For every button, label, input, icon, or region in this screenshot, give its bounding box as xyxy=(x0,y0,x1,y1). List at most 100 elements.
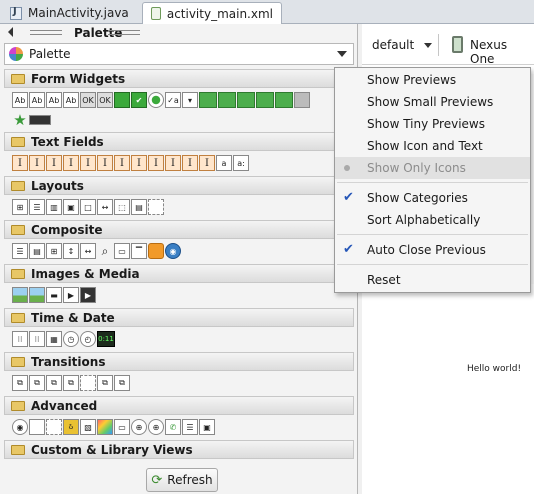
gridlayout-icon[interactable]: ⊞ xyxy=(12,199,28,215)
timepicker-icon[interactable]: ⁝⁝ xyxy=(12,331,28,347)
viewanimator-icon[interactable] xyxy=(80,375,96,391)
textview-small-icon[interactable]: Ab xyxy=(63,92,79,108)
small-button-icon[interactable]: OK xyxy=(97,92,113,108)
theme-dropdown[interactable]: default xyxy=(372,38,414,52)
dialer-filter-icon[interactable]: ✆ xyxy=(165,419,181,435)
digitalclock-icon[interactable]: 0:11 xyxy=(97,331,115,347)
category-time-date[interactable]: Time & Date xyxy=(4,308,354,327)
seekbar-icon[interactable] xyxy=(275,92,293,108)
imagebutton-icon[interactable] xyxy=(29,287,45,303)
mapview-globe-icon[interactable]: ◉ xyxy=(165,243,181,259)
category-text-fields[interactable]: Text Fields xyxy=(4,132,354,151)
gridview-icon[interactable]: ⊞ xyxy=(46,243,62,259)
twolinelistitem-icon[interactable]: ☰ xyxy=(182,419,198,435)
framelayout-icon[interactable]: □ xyxy=(80,199,96,215)
menu-item-show-tiny-previews[interactable]: Show Tiny Previews xyxy=(335,113,530,135)
category-form-widgets[interactable]: Form Widgets xyxy=(4,69,354,88)
tab-activity-main-xml[interactable]: activity_main.xml xyxy=(142,2,282,24)
progressbar-icon[interactable] xyxy=(218,92,236,108)
textview-large-icon[interactable]: Ab xyxy=(29,92,45,108)
tab-main-activity[interactable]: MainActivity.java xyxy=(2,2,140,24)
tabhost-icon[interactable]: ▔ xyxy=(131,243,147,259)
mediacontroller-icon[interactable]: ▶ xyxy=(63,287,79,303)
adapterviewflipper-icon[interactable]: ⧉ xyxy=(29,375,45,391)
numberpicker-icon[interactable]: ⊕ xyxy=(131,419,147,435)
datepicker-icon[interactable]: ⁝⁝ xyxy=(29,331,45,347)
device-phone-icon[interactable] xyxy=(452,36,463,53)
switch-icon[interactable] xyxy=(29,115,51,125)
date-field-icon[interactable]: I xyxy=(165,155,181,171)
gallery-icon[interactable]: ▬ xyxy=(46,287,62,303)
phone-field-icon[interactable]: I xyxy=(97,155,113,171)
linearlayout-horizontal-icon[interactable]: ▥ xyxy=(46,199,62,215)
textureview-icon[interactable] xyxy=(97,419,113,435)
refresh-button[interactable]: ⟳ Refresh xyxy=(146,468,218,492)
listview-icon[interactable]: ☰ xyxy=(12,243,28,259)
zoombutton-icon[interactable]: ⊕ xyxy=(148,419,164,435)
menu-item-show-small-previews[interactable]: Show Small Previews xyxy=(335,91,530,113)
progressbar-horizontal-icon[interactable] xyxy=(256,92,274,108)
checked-textview-icon[interactable]: ✓a xyxy=(165,92,181,108)
imageswitcher-icon[interactable]: ⧉ xyxy=(12,375,28,391)
ratingbar-star-icon[interactable]: ★ xyxy=(12,111,28,129)
viewswitcher-icon[interactable]: ⧉ xyxy=(114,375,130,391)
include-other-layout-icon[interactable]: ↔ xyxy=(97,199,113,215)
spinner-icon[interactable]: ▾ xyxy=(182,92,198,108)
category-layouts[interactable]: Layouts xyxy=(4,176,354,195)
stackview-advanced-icon[interactable]: ▭ xyxy=(114,419,130,435)
multi-autocomplete-field-icon[interactable]: a: xyxy=(233,155,249,171)
category-transitions[interactable]: Transitions xyxy=(4,352,354,371)
textview-medium-icon[interactable]: Ab xyxy=(46,92,62,108)
category-custom-library-views[interactable]: Custom & Library Views xyxy=(4,440,354,459)
expandable-listview-icon[interactable]: ▤ xyxy=(29,243,45,259)
view-icon[interactable] xyxy=(29,419,45,435)
numeric-password-field-icon[interactable]: I xyxy=(63,155,79,171)
stackview-icon[interactable]: ⧉ xyxy=(46,375,62,391)
quickcontactbadge-icon[interactable] xyxy=(294,92,310,108)
progressbar-small-icon[interactable] xyxy=(237,92,255,108)
viewflipper-icon[interactable]: ⧉ xyxy=(97,375,113,391)
textview-large-icon[interactable]: Ab xyxy=(12,92,28,108)
autocomplete-field-icon[interactable]: a xyxy=(216,155,232,171)
category-composite[interactable]: Composite xyxy=(4,220,354,239)
palette-options-dropdown[interactable]: Palette xyxy=(4,43,354,65)
tablerow-icon[interactable] xyxy=(148,199,164,215)
calendarview-icon[interactable]: ▦ xyxy=(46,331,62,347)
category-images-media[interactable]: Images & Media xyxy=(4,264,354,283)
person-name-field-icon[interactable]: I xyxy=(29,155,45,171)
relativelayout-icon[interactable]: ▣ xyxy=(63,199,79,215)
zoomcontrols-icon[interactable]: ▣ xyxy=(199,419,215,435)
device-dropdown[interactable]: Nexus One xyxy=(470,38,534,66)
time-field-icon[interactable]: I xyxy=(148,155,164,171)
analogclock-icon[interactable]: ◴ xyxy=(80,331,96,347)
menu-item-reset[interactable]: Reset xyxy=(335,269,530,291)
collapse-left-icon[interactable] xyxy=(8,27,13,37)
videoview-icon[interactable]: ▶ xyxy=(80,287,96,303)
canvas-textview[interactable]: Hello world! xyxy=(467,364,521,374)
chevron-down-icon[interactable] xyxy=(424,43,432,48)
fragment-icon[interactable]: ⬚ xyxy=(114,199,130,215)
requestfocus-icon[interactable]: ◉ xyxy=(12,419,28,435)
textswitcher-icon[interactable]: ⧉ xyxy=(63,375,79,391)
number-field-icon[interactable]: I xyxy=(182,155,198,171)
linearlayout-vertical-icon[interactable]: ☰ xyxy=(29,199,45,215)
email-field-icon[interactable]: I xyxy=(80,155,96,171)
drag-grip-icon[interactable] xyxy=(108,30,140,35)
radio-button-icon[interactable] xyxy=(148,92,164,108)
button-icon[interactable]: OK xyxy=(80,92,96,108)
signed-number-field-icon[interactable]: I xyxy=(199,155,215,171)
chevron-down-icon[interactable] xyxy=(337,51,347,57)
password-field-icon[interactable]: I xyxy=(46,155,62,171)
webview-icon[interactable] xyxy=(148,243,164,259)
scrollview-icon[interactable]: ↕ xyxy=(63,243,79,259)
viewstub-icon[interactable] xyxy=(46,419,62,435)
chronometer-icon[interactable]: ◷ xyxy=(63,331,79,347)
drag-grip-icon[interactable] xyxy=(30,30,62,35)
menu-item-sort-alphabetically[interactable]: Sort Alphabetically xyxy=(335,209,530,231)
imageview-icon[interactable] xyxy=(12,287,28,303)
tablelayout-icon[interactable]: ▤ xyxy=(131,199,147,215)
toggle-button-icon[interactable] xyxy=(114,92,130,108)
category-advanced[interactable]: Advanced xyxy=(4,396,354,415)
slidingdrawer-icon[interactable]: ▭ xyxy=(114,243,130,259)
postal-address-field-icon[interactable]: I xyxy=(114,155,130,171)
